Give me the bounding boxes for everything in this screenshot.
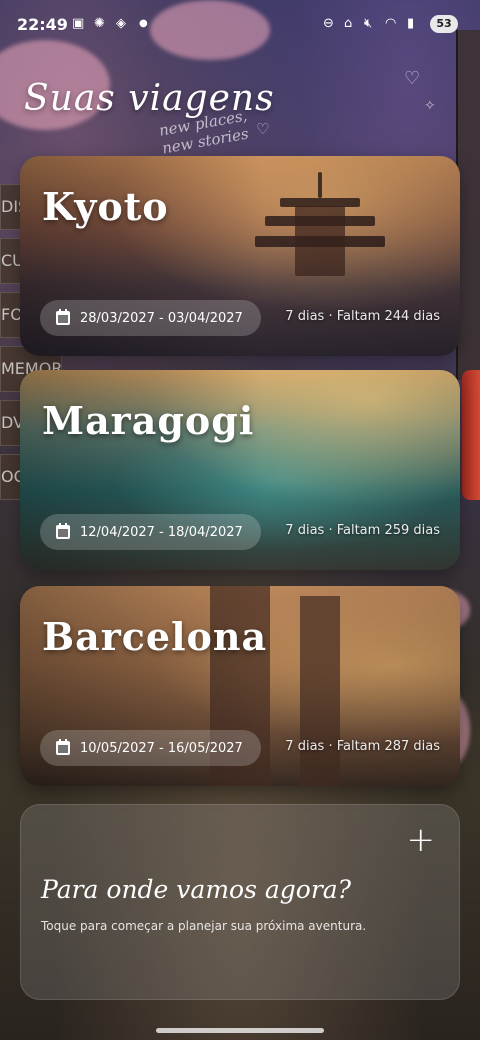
plus-icon[interactable]: +	[407, 823, 436, 857]
ai-icon: ◈	[116, 16, 126, 31]
trip-duration: 7 dias	[285, 309, 325, 324]
signal-icon: ▮	[407, 16, 415, 31]
status-time: 22:49	[17, 15, 68, 34]
meta-separator: ·	[328, 739, 337, 754]
calendar-icon	[56, 523, 70, 539]
meta-separator: ·	[328, 523, 337, 538]
sleep-icon: ⌂	[344, 16, 353, 31]
trip-city: Maragogi	[42, 398, 255, 443]
trip-card-kyoto[interactable]: Kyoto 28/03/2027 - 03/04/2027 7 dias · F…	[20, 156, 460, 356]
trip-dates: 28/03/2027 - 03/04/2027	[80, 310, 243, 326]
new-trip-subtitle: Toque para começar a planejar sua próxim…	[41, 919, 367, 933]
trip-countdown: Faltam 287 dias	[336, 739, 440, 754]
heart-doodle-icon: ♡	[404, 68, 421, 89]
new-trip-title: Para onde vamos agora?	[41, 875, 352, 904]
trip-card-barcelona[interactable]: Barcelona 10/05/2027 - 16/05/2027 7 dias…	[20, 586, 460, 786]
trip-meta: 7 dias · Faltam 287 dias	[285, 739, 440, 754]
wifi-icon: ◠	[385, 16, 397, 31]
openai-icon: ✺	[94, 16, 105, 31]
trip-duration: 7 dias	[285, 739, 325, 754]
new-trip-card[interactable]: + Para onde vamos agora? Toque para come…	[20, 804, 460, 1000]
trip-dates-chip[interactable]: 12/04/2027 - 18/04/2027	[40, 514, 261, 550]
home-indicator[interactable]	[156, 1028, 324, 1033]
trip-dates: 10/05/2027 - 16/05/2027	[80, 740, 243, 756]
trip-countdown: Faltam 244 dias	[336, 309, 440, 324]
trip-countdown: Faltam 259 dias	[336, 523, 440, 538]
calendar-icon	[56, 739, 70, 755]
trip-dates-chip[interactable]: 28/03/2027 - 03/04/2027	[40, 300, 261, 336]
sparkle-doodle-icon: ✧	[424, 98, 436, 114]
trip-dates-chip[interactable]: 10/05/2027 - 16/05/2027	[40, 730, 261, 766]
trip-city: Kyoto	[42, 184, 169, 229]
dot-icon: ●	[139, 18, 148, 29]
meta-separator: ·	[328, 309, 337, 324]
screenshot-icon: ▣	[72, 16, 85, 31]
status-bar: 22:49 ▣ ✺ ◈ ● ⊖ ⌂ 🔇︎ ◠ ▮ 53	[0, 0, 480, 48]
heart-doodle-icon: ♡	[256, 120, 270, 138]
mute-icon: 🔇︎	[364, 16, 373, 31]
trip-duration: 7 dias	[285, 523, 325, 538]
trip-dates: 12/04/2027 - 18/04/2027	[80, 524, 243, 540]
trip-meta: 7 dias · Faltam 259 dias	[285, 523, 440, 538]
trip-city: Barcelona	[42, 614, 268, 659]
red-lantern	[462, 370, 480, 500]
trip-card-maragogi[interactable]: Maragogi 12/04/2027 - 18/04/2027 7 dias …	[20, 370, 460, 570]
trip-meta: 7 dias · Faltam 244 dias	[285, 309, 440, 324]
dnd-icon: ⊖	[323, 16, 334, 31]
battery-indicator: 53	[430, 15, 458, 33]
calendar-icon	[56, 309, 70, 325]
